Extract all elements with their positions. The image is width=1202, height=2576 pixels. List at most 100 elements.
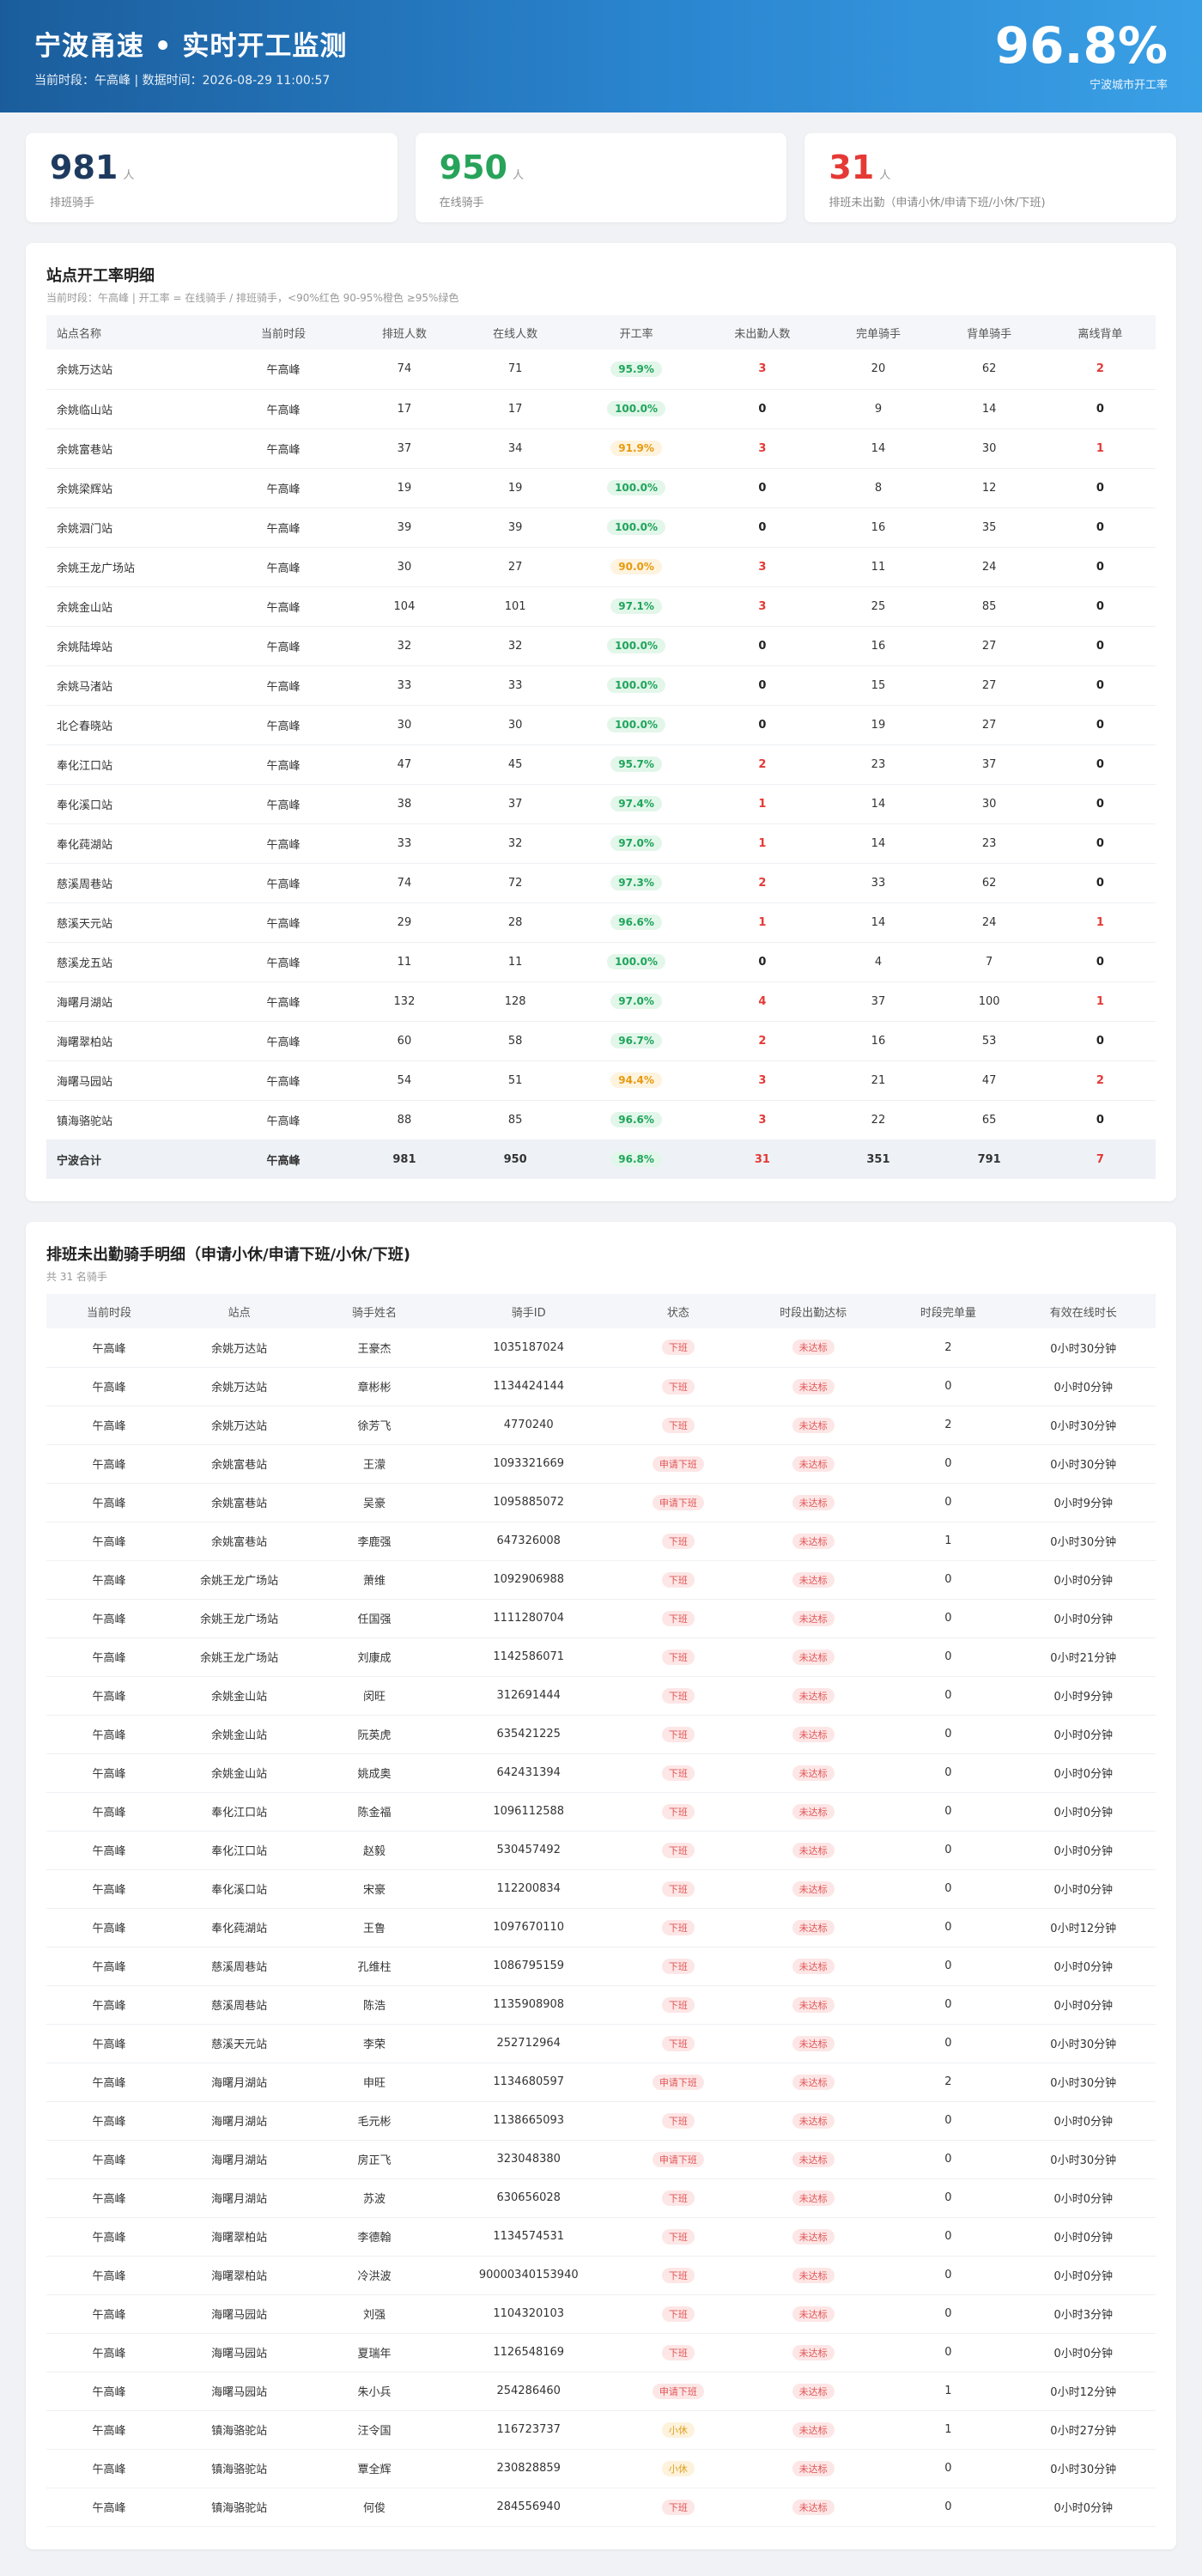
table-cell: 0小时30分钟 [1011, 2063, 1156, 2102]
offline-count: 0 [1096, 718, 1104, 732]
table-cell: 0 [885, 2178, 1011, 2218]
table-cell: 下班 [615, 1367, 741, 1406]
table-row: 午高峰 海曙翠柏站 冷洪波 90000340153940 下班 未达标 0 0小时0分钟 [46, 2256, 1156, 2295]
column-header: 骑手姓名 [351, 1306, 397, 1320]
attendance-badge: 未达标 [792, 2383, 835, 2399]
table-cell: 37 [349, 428, 460, 469]
attendance-badge: 未达标 [792, 2267, 835, 2283]
offline-count: 0 [1096, 757, 1104, 771]
table-cell: 14 [823, 823, 934, 864]
table-cell: 1111280704 [441, 1599, 616, 1638]
rate-badge: 95.7% [610, 756, 662, 772]
table-cell: 汪令国 [307, 2410, 442, 2450]
table-cell: 37 [459, 784, 571, 824]
table-cell: 午高峰 [217, 586, 349, 627]
table-cell: 奉化莼湖站 [172, 1908, 307, 1947]
table-cell: 32 [349, 626, 460, 666]
column-header: 背单骑手 [967, 327, 1012, 341]
table-cell: 14 [823, 428, 934, 469]
table-cell: 申请下班 [615, 2140, 741, 2179]
table-cell: 余姚王龙广场站 [172, 1599, 307, 1638]
table-cell: 24 [933, 902, 1045, 943]
table-cell: 7 [933, 942, 1045, 982]
table-cell: 94.4% [570, 1060, 702, 1101]
table-cell: 351 [866, 1152, 890, 1166]
table-cell: 陈金福 [307, 1792, 442, 1832]
status-badge: 下班 [661, 1687, 695, 1704]
table-cell: 未达标 [740, 2217, 886, 2257]
table-cell: 2 [701, 744, 823, 785]
table-cell: 0 [1044, 389, 1156, 429]
page-subtitle: 当前时段：午高峰 | 数据时间：2026-08-29 11:00:57 [34, 74, 331, 88]
station-table-total-row: 宁波合计 午高峰 981 950 96.8% 31 351 791 7 [46, 1139, 1156, 1179]
table-cell: 宋豪 [307, 1869, 442, 1909]
table-cell: 0 [885, 2333, 1011, 2372]
table-cell: 余姚富巷站 [172, 1483, 307, 1522]
table-cell: 91.9% [570, 428, 702, 469]
table-cell: 午高峰 [46, 1792, 173, 1832]
table-cell: 3 [701, 428, 823, 469]
table-cell: 0 [1044, 665, 1156, 706]
table-cell: 下班 [615, 1869, 741, 1909]
table-cell: 0 [885, 1444, 1011, 1484]
table-cell: 下班 [615, 1599, 741, 1638]
absent-count: 1 [758, 915, 767, 929]
table-cell: 30 [349, 705, 460, 745]
table-cell: 0 [885, 1947, 1011, 1986]
table-cell: 午高峰 [46, 2140, 173, 2179]
table-cell: 未达标 [740, 1676, 886, 1716]
table-cell: 1 [885, 2410, 1011, 2450]
rate-badge: 100.0% [607, 954, 666, 969]
table-cell: 未达标 [740, 1637, 886, 1677]
attendance-badge: 未达标 [792, 2074, 835, 2090]
rate-badge: 95.9% [610, 361, 662, 377]
offline-count: 1 [1096, 441, 1104, 455]
attendance-badge: 未达标 [792, 1378, 835, 1394]
table-cell: 32 [459, 626, 571, 666]
table-cell: 下班 [615, 1328, 741, 1368]
table-cell: 96.6% [570, 1100, 702, 1140]
absent-count: 2 [758, 757, 767, 771]
table-cell: 0 [885, 1483, 1011, 1522]
table-cell: 1 [1044, 428, 1156, 469]
table-cell: 0 [885, 1637, 1011, 1677]
table-cell: 午高峰 [217, 547, 349, 587]
table-cell: 余姚富巷站 [172, 1522, 307, 1561]
absent-count: 31 [754, 1152, 770, 1166]
table-cell: 刘强 [307, 2294, 442, 2334]
table-cell: 镇海骆驼站 [46, 1100, 218, 1140]
attendance-badge: 未达标 [792, 2306, 835, 2322]
stat-card-absent: 31 人 排班未出勤（申请小休/申请下班/小休/下班) [804, 133, 1177, 222]
table-cell: 39 [459, 507, 571, 548]
table-row: 午高峰 奉化莼湖站 王鲁 1097670110 下班 未达标 0 0小时12分钟 [46, 1908, 1156, 1947]
table-cell: 0 [701, 665, 823, 706]
attendance-badge: 未达标 [792, 1919, 835, 1935]
rate-badge: 97.3% [610, 875, 662, 890]
stat-unit: 人 [513, 169, 525, 182]
table-cell: 54 [349, 1060, 460, 1101]
table-cell: 2 [885, 1406, 1011, 1445]
rate-badge: 96.7% [610, 1033, 662, 1048]
table-row: 午高峰 奉化江口站 陈金福 1096112588 下班 未达标 0 0小时0分钟 [46, 1792, 1156, 1832]
table-cell: 海曙月湖站 [172, 2178, 307, 2218]
table-cell: 未达标 [740, 1947, 886, 1986]
table-cell: 章彬彬 [307, 1367, 442, 1406]
table-row: 镇海骆驼站 午高峰 88 85 96.6% 3 22 65 0 [46, 1100, 1156, 1140]
table-cell: 余姚金山站 [172, 1715, 307, 1754]
status-badge: 下班 [661, 1803, 695, 1820]
table-cell: 30 [933, 784, 1045, 824]
table-cell: 午高峰 [217, 1021, 349, 1061]
table-cell: 8 [823, 468, 934, 508]
table-cell: 0 [885, 2140, 1011, 2179]
table-cell: 4770240 [441, 1406, 616, 1445]
table-cell: 791 [977, 1152, 1001, 1166]
table-cell: 未达标 [740, 2449, 886, 2488]
table-cell: 奉化溪口站 [172, 1869, 307, 1909]
table-cell: 21 [823, 1060, 934, 1101]
table-cell: 0 [885, 1908, 1011, 1947]
table-cell: 徐芳飞 [307, 1406, 442, 1445]
table-cell: 0 [1044, 744, 1156, 785]
table-cell: 1135908908 [441, 1985, 616, 2025]
table-cell: 午高峰 [46, 1985, 173, 2025]
table-cell: 午高峰 [46, 1908, 173, 1947]
